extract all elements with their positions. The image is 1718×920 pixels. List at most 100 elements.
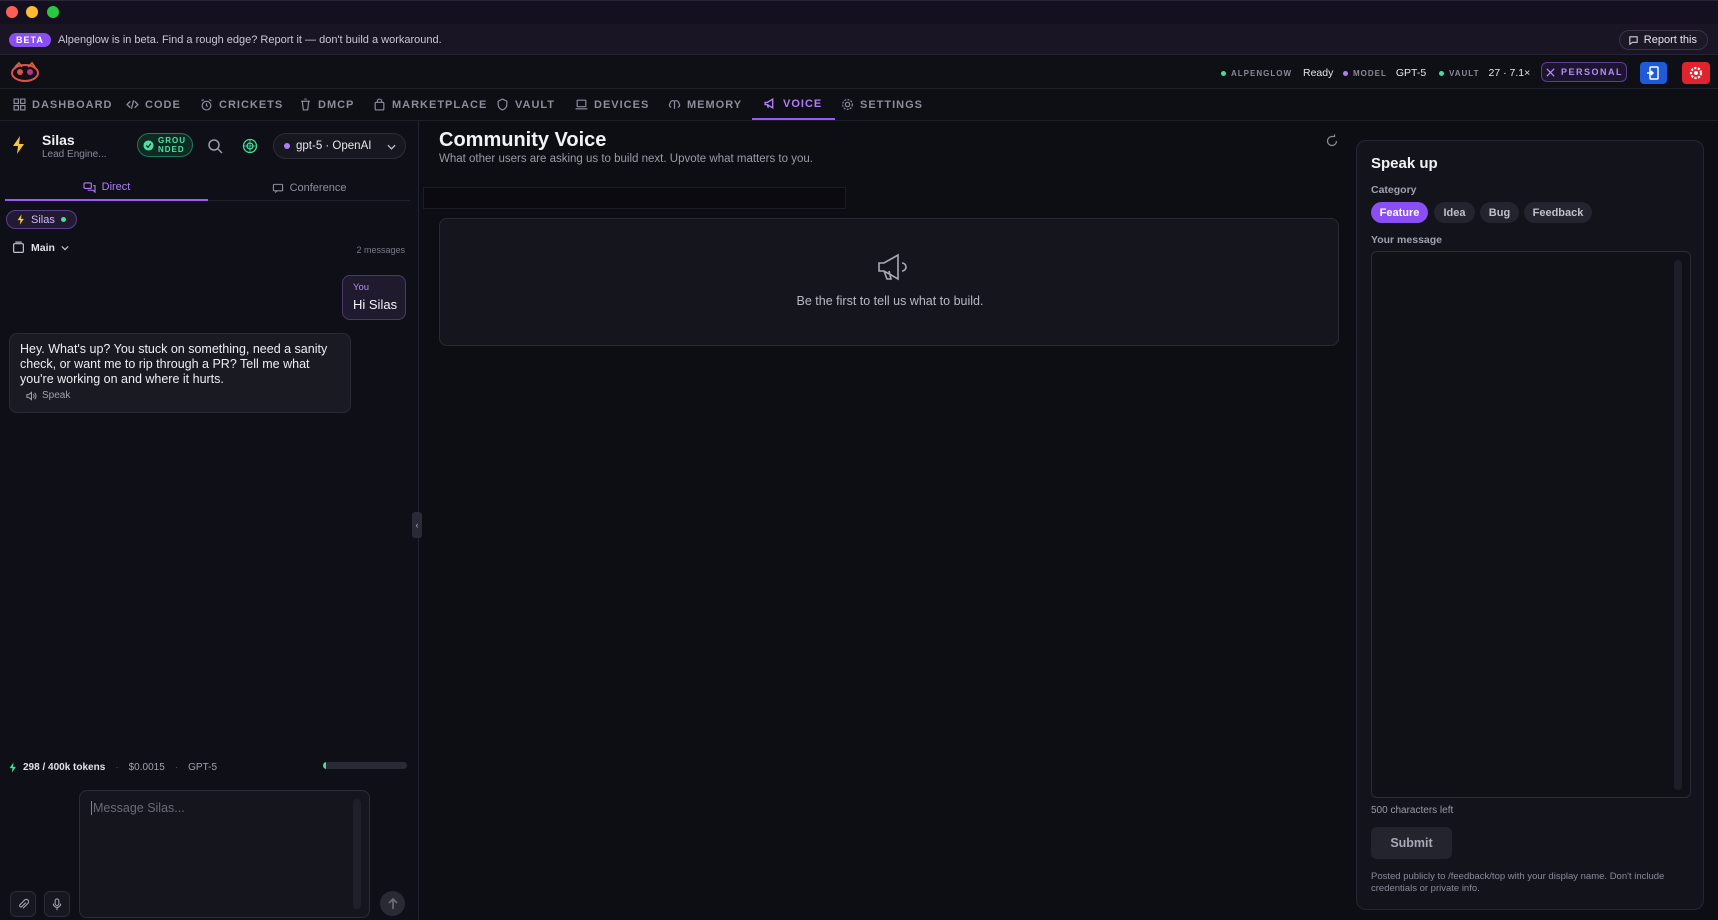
- page-subtitle: What other users are asking us to build …: [439, 153, 813, 165]
- paperclip-icon: [19, 898, 29, 909]
- tab-code[interactable]: CODE: [126, 89, 181, 120]
- top-bar: ALPENGLOW Ready MODEL GPT-5 VAULT 27 · 7…: [0, 55, 1718, 89]
- megaphone-icon: [764, 97, 774, 110]
- vault-key: VAULT: [1449, 68, 1480, 78]
- send-button[interactable]: [380, 891, 405, 916]
- tab-settings[interactable]: SETTINGS: [841, 89, 923, 120]
- characters-left: 500 characters left: [1371, 805, 1454, 816]
- posting-note: Posted publicly to /feedback/top with yo…: [1371, 871, 1665, 894]
- alarm-icon: [201, 99, 212, 111]
- tab-conference[interactable]: Conference: [208, 175, 410, 201]
- tab-devices-label: DEVICES: [594, 98, 650, 111]
- tab-dmcp[interactable]: DMCP: [299, 89, 354, 120]
- branch-selector[interactable]: Main: [12, 241, 69, 254]
- tab-memory[interactable]: MEMORY: [668, 89, 742, 120]
- chevron-left-icon: ‹: [415, 520, 419, 530]
- agent-chip[interactable]: Silas: [6, 210, 77, 229]
- composer-scrollbar[interactable]: [353, 799, 361, 909]
- model-selector-label: gpt-5 · OpenAI: [296, 140, 372, 152]
- category-feedback[interactable]: Feedback: [1524, 202, 1592, 223]
- tools-icon: [1546, 67, 1555, 77]
- maximize-window-button[interactable]: [47, 6, 59, 18]
- chat-panel: Silas Lead Engine... GROU NDED gpt-5 · O…: [0, 121, 419, 920]
- app-logo[interactable]: [10, 61, 40, 83]
- speak-up-card: Speak up Category Feature Idea Bug Feedb…: [1356, 140, 1704, 910]
- tab-vault[interactable]: VAULT: [496, 89, 555, 120]
- bag-icon: [374, 98, 385, 111]
- megaphone-icon: [878, 253, 907, 281]
- tab-crickets[interactable]: CRICKETS: [200, 89, 283, 120]
- attach-button[interactable]: [10, 891, 36, 917]
- report-this-button[interactable]: Report this: [1618, 30, 1708, 50]
- model-dot: [284, 143, 290, 149]
- message-icon: [272, 183, 283, 193]
- empty-state: Be the first to tell us what to build.: [439, 218, 1339, 346]
- vault-status: VAULT 27 · 7.1×: [1439, 67, 1530, 79]
- tab-conference-label: Conference: [289, 182, 347, 194]
- report-this-label: Report this: [1643, 34, 1697, 46]
- window-titlebar: [0, 0, 1718, 24]
- banner-text: Alpenglow is in beta. Find a rough edge?…: [58, 34, 442, 46]
- tab-marketplace[interactable]: MARKETPLACE: [373, 89, 487, 120]
- trash-icon: [301, 98, 310, 111]
- agent-chip-label: Silas: [31, 213, 55, 226]
- agent-name: Silas: [42, 132, 75, 148]
- category-idea[interactable]: Idea: [1434, 202, 1475, 223]
- model-value: GPT-5: [1395, 67, 1427, 79]
- tab-dashboard-label: DASHBOARD: [32, 98, 113, 111]
- personal-mode-button[interactable]: PERSONAL: [1541, 62, 1627, 82]
- chevron-down-icon: [387, 144, 396, 150]
- personal-label: PERSONAL: [1560, 67, 1623, 77]
- message-composer[interactable]: Message Silas...: [79, 790, 370, 918]
- feedback-message-input[interactable]: [1371, 251, 1691, 798]
- alpenglow-key: ALPENGLOW: [1231, 68, 1292, 78]
- speak-up-title: Speak up: [1371, 155, 1438, 172]
- settings-alert-button[interactable]: [1682, 62, 1710, 84]
- grid-icon: [13, 98, 26, 111]
- category-bug[interactable]: Bug: [1480, 202, 1519, 223]
- radar-icon[interactable]: [241, 137, 259, 155]
- search-icon[interactable]: [206, 137, 224, 155]
- tab-direct-label: Direct: [101, 181, 131, 193]
- assistant-message: Hey. What's up? You stuck on something, …: [9, 333, 351, 413]
- lightning-icon: [13, 136, 24, 154]
- model-status: MODEL GPT-5: [1343, 67, 1426, 79]
- category-feature[interactable]: Feature: [1371, 202, 1428, 223]
- message-text: Hey. What's up? You stuck on something, …: [20, 342, 328, 386]
- lightning-icon: [9, 761, 16, 773]
- tab-devices[interactable]: DEVICES: [575, 89, 649, 120]
- agent-header: Silas Lead Engine... GROU NDED gpt-5 · O…: [0, 121, 419, 171]
- composer-placeholder: Message Silas...: [91, 801, 185, 815]
- vault-value: 27 · 7.1×: [1488, 67, 1531, 79]
- minimize-window-button[interactable]: [26, 6, 38, 18]
- submit-button[interactable]: Submit: [1371, 827, 1452, 859]
- shield-icon: [497, 98, 508, 111]
- tab-direct[interactable]: Direct: [5, 175, 208, 201]
- speak-button[interactable]: Speak: [26, 390, 70, 401]
- tab-vault-label: VAULT: [515, 98, 556, 111]
- empty-state-text: Be the first to tell us what to build.: [796, 294, 984, 308]
- beta-banner: BETA Alpenglow is in beta. Find a rough …: [0, 24, 1718, 55]
- grounded-badge[interactable]: GROU NDED: [137, 133, 193, 157]
- gear-icon: [842, 99, 853, 110]
- ready-dot: [1221, 70, 1226, 76]
- comment-icon: [1629, 35, 1638, 45]
- gear-icon: [1689, 66, 1703, 80]
- refresh-icon[interactable]: [1325, 134, 1339, 148]
- tab-memory-label: MEMORY: [687, 98, 743, 111]
- model-dot: [1343, 70, 1348, 76]
- chat-mode-tabs: Direct Conference: [5, 175, 410, 201]
- arrow-up-icon: [387, 897, 398, 909]
- tab-voice-label: VOICE: [783, 97, 823, 110]
- tab-dashboard[interactable]: DASHBOARD: [13, 89, 113, 120]
- tab-dmcp-label: DMCP: [318, 98, 355, 111]
- online-dot: [60, 217, 66, 222]
- lightning-icon: [17, 214, 24, 225]
- tab-voice[interactable]: VOICE: [752, 89, 836, 120]
- login-button[interactable]: [1640, 62, 1667, 84]
- model-selector[interactable]: gpt-5 · OpenAI: [273, 133, 406, 159]
- textarea-scrollbar[interactable]: [1674, 260, 1682, 790]
- message-label: Your message: [1371, 234, 1443, 246]
- microphone-button[interactable]: [44, 891, 70, 917]
- close-window-button[interactable]: [6, 6, 18, 18]
